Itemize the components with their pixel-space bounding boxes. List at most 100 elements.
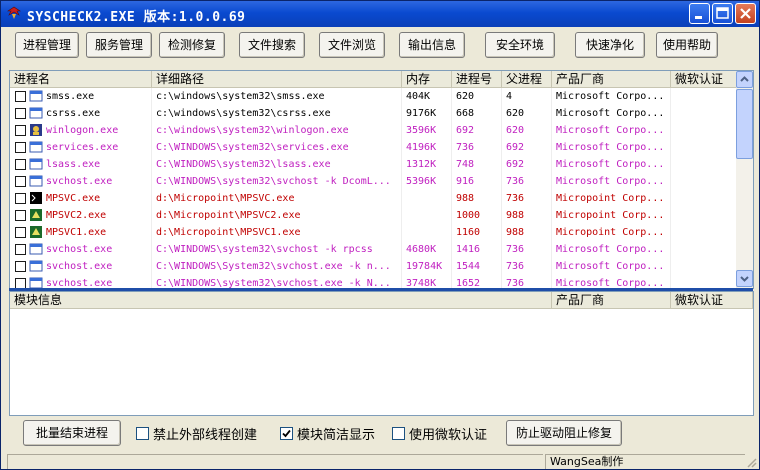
row-checkbox[interactable] xyxy=(15,176,26,187)
process-name-text: winlogon.exe xyxy=(46,125,119,136)
table-row[interactable]: MPSVC.exe d:\Micropoint\MPSVC.exe 988 736 Mi… xyxy=(10,190,738,207)
table-row[interactable]: services.exe C:\WINDOWS\system32\services… xyxy=(10,139,738,156)
cell-vendor: Microsoft Corpo... xyxy=(552,122,671,139)
title-bar[interactable]: SYSCHECK2.EXE 版本:1.0.0.69 xyxy=(1,1,759,27)
cell-pid: 1544 xyxy=(452,258,502,275)
block-thread-creation-checkbox[interactable] xyxy=(136,427,149,440)
table-row[interactable]: svchost.exe C:\WINDOWS\system32\svchost -… xyxy=(10,173,738,190)
process-name-text: csrss.exe xyxy=(46,108,101,119)
batch-end-process-button[interactable]: 批量结束进程 xyxy=(23,420,121,446)
row-checkbox[interactable] xyxy=(15,108,26,119)
cell-cert xyxy=(671,190,738,207)
block-thread-creation-label: 禁止外部线程创建 xyxy=(153,428,258,443)
quick-clean-button[interactable]: 快速净化 xyxy=(575,32,645,58)
table-row[interactable]: MPSVC1.exe d:\Micropoint\MPSVC1.exe 1160 98… xyxy=(10,224,738,241)
cell-vendor: Microsoft Corpo... xyxy=(552,105,671,122)
prevent-driver-block-button[interactable]: 防止驱动阻止修复 xyxy=(506,420,622,446)
scroll-thumb[interactable] xyxy=(736,89,753,159)
cell-path: C:\WINDOWS\System32\svchost.exe -k n... xyxy=(152,258,402,275)
process-manage-button[interactable]: 进程管理 xyxy=(15,32,79,58)
checkmark-icon xyxy=(282,429,291,438)
cell-memory: 1312K xyxy=(402,156,452,173)
ms-cert-label: 使用微软认证 xyxy=(409,428,488,443)
cell-vendor: Micropoint Corp... xyxy=(552,224,671,241)
module-list[interactable]: 模块信息 产品厂商 微软认证 xyxy=(9,291,754,416)
col-header-module-vendor[interactable]: 产品厂商 xyxy=(552,292,671,309)
micropoint-icon xyxy=(30,209,42,221)
close-button[interactable] xyxy=(735,3,756,24)
process-scrollbar[interactable] xyxy=(736,71,753,288)
cell-parent: 988 xyxy=(502,224,552,241)
cell-parent: 4 xyxy=(502,88,552,105)
row-checkbox[interactable] xyxy=(15,227,26,238)
row-checkbox[interactable] xyxy=(15,142,26,153)
cell-parent: 692 xyxy=(502,156,552,173)
process-name-text: MPSVC2.exe xyxy=(46,210,107,221)
output-info-button[interactable]: 输出信息 xyxy=(399,32,465,58)
row-checkbox[interactable] xyxy=(15,125,26,136)
col-header-path[interactable]: 详细路径 xyxy=(152,71,402,88)
col-header-vendor[interactable]: 产品厂商 xyxy=(552,71,671,88)
cell-pid: 736 xyxy=(452,139,502,156)
detect-repair-button[interactable]: 检测修复 xyxy=(159,32,225,58)
cell-vendor: Micropoint Corp... xyxy=(552,207,671,224)
col-header-module-cert[interactable]: 微软认证 xyxy=(671,292,753,309)
winged-app-icon xyxy=(7,6,21,19)
col-header-cert[interactable]: 微软认证 xyxy=(671,71,738,88)
row-checkbox[interactable] xyxy=(15,261,26,272)
cell-parent: 736 xyxy=(502,275,552,288)
status-bar: WangSea制作 xyxy=(1,452,759,469)
resize-grip-icon[interactable] xyxy=(745,456,757,468)
cell-cert xyxy=(671,139,738,156)
scroll-down-button[interactable] xyxy=(736,270,753,287)
cell-pid: 1652 xyxy=(452,275,502,288)
cell-pid: 748 xyxy=(452,156,502,173)
file-browse-button[interactable]: 文件浏览 xyxy=(319,32,385,58)
cell-memory xyxy=(402,224,452,241)
cell-memory xyxy=(402,190,452,207)
chevron-down-icon xyxy=(740,276,749,282)
process-list[interactable]: 进程名 详细路径 内存 进程号 父进程 产品厂商 微软认证 smss.exe c:… xyxy=(9,70,754,289)
table-row[interactable]: MPSVC2.exe d:\Micropoint\MPSVC2.exe 1000 98… xyxy=(10,207,738,224)
scroll-up-button[interactable] xyxy=(736,71,753,88)
table-row[interactable]: smss.exe c:\windows\system32\smss.exe 404K… xyxy=(10,88,738,105)
minimize-button[interactable] xyxy=(689,3,710,24)
row-checkbox[interactable] xyxy=(15,193,26,204)
cell-vendor: Microsoft Corpo... xyxy=(552,156,671,173)
cell-pid: 1416 xyxy=(452,241,502,258)
module-compact-checkbox[interactable] xyxy=(280,427,293,440)
module-compact-label: 模块简洁显示 xyxy=(297,428,376,443)
cell-parent: 736 xyxy=(502,241,552,258)
cell-memory: 4680K xyxy=(402,241,452,258)
col-header-process-name[interactable]: 进程名 xyxy=(10,71,152,88)
row-checkbox[interactable] xyxy=(15,91,26,102)
maximize-button[interactable] xyxy=(712,3,733,24)
process-name-text: lsass.exe xyxy=(46,159,101,170)
service-manage-button[interactable]: 服务管理 xyxy=(86,32,152,58)
cell-parent: 988 xyxy=(502,207,552,224)
cell-memory: 9176K xyxy=(402,105,452,122)
row-checkbox[interactable] xyxy=(15,244,26,255)
col-header-parent[interactable]: 父进程 xyxy=(502,71,552,88)
table-row[interactable]: svchost.exe C:\WINDOWS\system32\svchost.e… xyxy=(10,275,738,288)
table-row[interactable]: csrss.exe c:\windows\system32\csrss.exe 91… xyxy=(10,105,738,122)
minimize-icon xyxy=(695,16,702,19)
col-header-memory[interactable]: 内存 xyxy=(402,71,452,88)
table-row[interactable]: lsass.exe C:\WINDOWS\system32\lsass.exe 13… xyxy=(10,156,738,173)
cell-path: C:\WINDOWS\system32\svchost.exe -k N... xyxy=(152,275,402,288)
table-row[interactable]: svchost.exe C:\WINDOWS\System32\svchost.e… xyxy=(10,258,738,275)
col-header-module-info[interactable]: 模块信息 xyxy=(10,292,552,309)
table-row[interactable]: winlogon.exe c:\windows\system32\winlogon… xyxy=(10,122,738,139)
col-header-pid[interactable]: 进程号 xyxy=(452,71,502,88)
row-checkbox[interactable] xyxy=(15,159,26,170)
cell-parent: 620 xyxy=(502,122,552,139)
help-button[interactable]: 使用帮助 xyxy=(656,32,718,58)
file-search-button[interactable]: 文件搜索 xyxy=(239,32,305,58)
security-env-button[interactable]: 安全环境 xyxy=(485,32,555,58)
winlogon-icon xyxy=(30,124,42,136)
cell-process-name: MPSVC2.exe xyxy=(10,207,152,224)
table-row[interactable]: svchost.exe C:\WINDOWS\system32\svchost -… xyxy=(10,241,738,258)
cell-process-name: smss.exe xyxy=(10,88,152,105)
row-checkbox[interactable] xyxy=(15,210,26,221)
ms-cert-checkbox[interactable] xyxy=(392,427,405,440)
